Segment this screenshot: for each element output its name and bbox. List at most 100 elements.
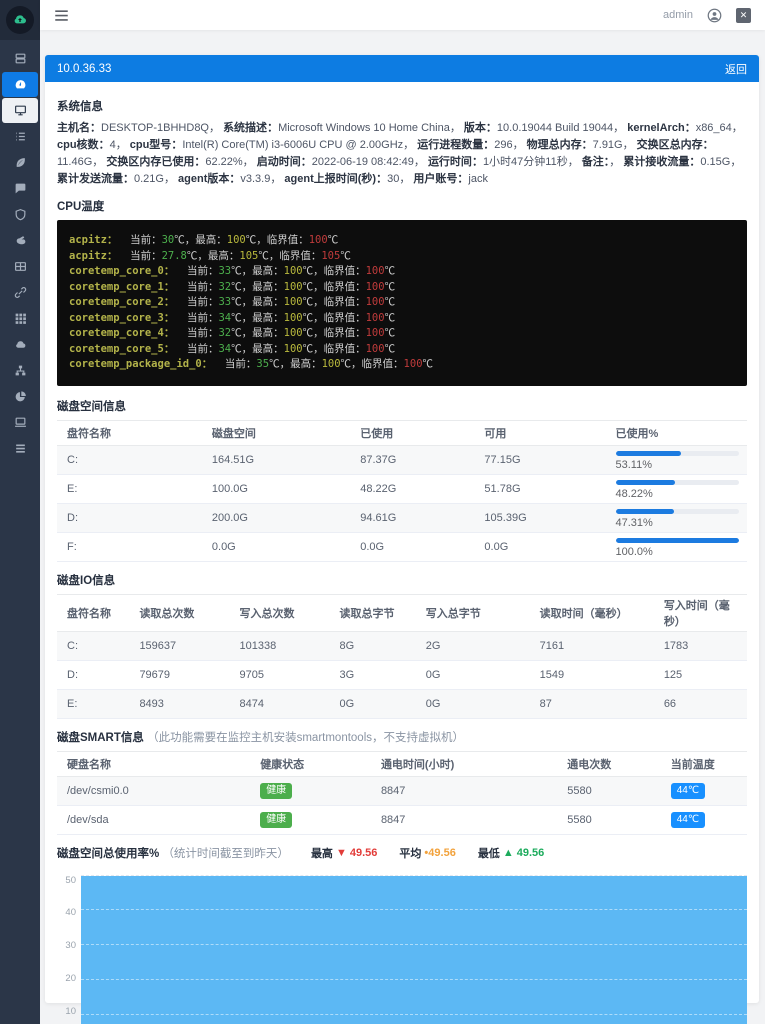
smart-header-row: 硬盘名称 健康状态 通电时间(小时) 通电次数 当前温度 — [57, 751, 747, 777]
back-button[interactable]: 返回 — [725, 61, 747, 77]
sidebar-item-cloud[interactable] — [2, 332, 38, 357]
system-info-pair: kernelArchx86_64 — [627, 122, 743, 134]
username-label[interactable]: admin — [663, 9, 693, 21]
y-tick-label: 40 — [65, 907, 76, 919]
system-info-pair: 版本10.0.19044 Build 19044 — [464, 122, 624, 134]
disk-io-row: E: 8493 8474 0G 0G 87 66 — [57, 689, 747, 719]
sitemap-icon — [14, 364, 27, 377]
topbar-right: admin ✕ — [663, 7, 751, 23]
disk-io-header-row: 盘符名称 读取总次数 写入总次数 读取总字节 写入总字节 读取时间（毫秒） 写入… — [57, 594, 747, 632]
host-ip-title: 10.0.36.33 — [57, 62, 112, 75]
sidebar-item-table[interactable] — [2, 254, 38, 279]
host-detail-card: 10.0.36.33 返回 系统信息 主机名DESKTOP-1BHHD8Q 系统… — [45, 55, 759, 1024]
chart-plot-area — [81, 874, 747, 1024]
avatar-icon[interactable] — [707, 8, 722, 23]
usage-progress-fill — [615, 509, 674, 514]
gridline-40 — [81, 909, 747, 911]
usage-progress: 53.11% — [606, 446, 747, 473]
health-badge: 健康 — [260, 811, 293, 828]
sidebar-item-pie[interactable] — [2, 384, 38, 409]
chart-area-fill — [81, 876, 747, 1024]
cpu-temp-line: coretemp_core_5： 当前：34℃，最高：100℃，临界值：100℃ — [69, 342, 396, 355]
usage-progress: 100.0% — [606, 533, 747, 560]
sidebar-item-server[interactable] — [2, 46, 38, 71]
server-icon — [14, 52, 27, 65]
sidebar-menu — [2, 46, 38, 462]
disk-space-row: D: 200.0G 94.61G 105.39G 47.31% — [57, 503, 747, 533]
chart-title-row: 磁盘空间总使用率% （统计时间截至到昨天） 最高 ▼ 49.56 平均 •49.56… — [57, 845, 747, 861]
sidebar-item-dashboard[interactable] — [2, 72, 38, 97]
temperature-badge: 44℃ — [670, 811, 706, 828]
stat-max: 最高 ▼ 49.56 — [310, 846, 378, 860]
hamburger-icon[interactable] — [54, 9, 69, 22]
bars-icon — [14, 442, 27, 455]
system-info-pair: 启动时间2022-06-19 08:42:49 — [257, 156, 425, 168]
hand-icon — [14, 234, 27, 247]
close-icon[interactable]: ✕ — [736, 7, 751, 23]
app-logo[interactable] — [0, 0, 40, 40]
laptop-icon — [14, 416, 27, 429]
stat-min-value: ▲ 49.56 — [502, 846, 545, 859]
cpu-temp-title: CPU温度 — [57, 201, 105, 213]
cloud-icon — [14, 338, 27, 351]
sidebar-item-laptop[interactable] — [2, 410, 38, 435]
sidebar-item-monitor[interactable] — [2, 98, 38, 123]
disk-io-table: 盘符名称 读取总次数 写入总次数 读取总字节 写入总字节 读取时间（毫秒） 写入… — [57, 593, 747, 719]
usage-progress: 47.31% — [606, 504, 747, 531]
disk-io-row: D: 79679 9705 3G 0G 1549 125 — [57, 661, 747, 690]
main-area: admin ✕ 10.0.36.33 返回 系统信息 主机名DESKTOP-1B… — [40, 0, 765, 1024]
sidebar-item-hand[interactable] — [2, 228, 38, 253]
gridline-20 — [81, 978, 747, 980]
leaf-icon — [14, 156, 27, 169]
system-info-title: 系统信息 — [57, 101, 103, 113]
system-info-text: 主机名DESKTOP-1BHHD8Q 系统描述Microsoft Windows… — [57, 120, 747, 188]
smart-row: /dev/sda 健康 8847 5580 44℃ — [57, 806, 747, 835]
cpu-temp-line: acpitz： 当前：30℃，最高：100℃，临界值：100℃ — [69, 234, 339, 246]
comment-icon — [14, 182, 27, 195]
y-tick-label: 50 — [65, 874, 76, 886]
chart-y-axis: 50403020100 — [57, 875, 81, 1024]
chart-title: 磁盘空间总使用率% （统计时间截至到昨天） — [57, 847, 289, 860]
cpu-temp-line: coretemp_core_1： 当前：32℃，最高：100℃，临界值：100℃ — [69, 280, 396, 293]
usage-progress-fill — [615, 538, 739, 543]
sidebar-item-link[interactable] — [2, 280, 38, 305]
list-icon — [14, 130, 27, 143]
y-tick-label: 10 — [65, 1005, 76, 1017]
gridline-50 — [81, 874, 747, 876]
smart-title: 磁盘SMART信息 （此功能需要在监控主机安装smartmontools，不支持… — [57, 731, 465, 744]
card-header: 10.0.36.33 返回 — [45, 55, 759, 82]
system-info-pair: 备注 — [582, 156, 621, 168]
disk-space-header-row: 盘符名称 磁盘空间 已使用 可用 已使用% — [57, 420, 747, 446]
disk-io-title: 磁盘IO信息 — [57, 574, 116, 587]
cpu-temp-line: coretemp_core_4： 当前：32℃，最高：100℃，临界值：100℃ — [69, 327, 396, 339]
usage-progress: 48.22% — [606, 475, 747, 502]
sidebar-item-bars[interactable] — [2, 436, 38, 461]
health-badge: 健康 — [260, 782, 293, 799]
dashboard-icon — [14, 78, 27, 91]
smart-subtitle: （此功能需要在监控主机安装smartmontools，不支持虚拟机） — [147, 731, 465, 744]
smart-row: /dev/csmi0.0 健康 8847 5580 44℃ — [57, 776, 747, 806]
cpu-temp-line: coretemp_core_3： 当前：34℃，最高：100℃，临界值：100℃ — [69, 311, 396, 324]
system-info-pair: 用户账号jack — [413, 173, 488, 185]
disk-usage-chart[interactable]: 50403020100 2022-06-202022-06-212 — [57, 874, 747, 1024]
smart-table: 硬盘名称 健康状态 通电时间(小时) 通电次数 当前温度 /dev/csmi0.… — [57, 750, 747, 835]
sidebar-item-leaf[interactable] — [2, 150, 38, 175]
sidebar-item-sitemap[interactable] — [2, 358, 38, 383]
shield-icon — [14, 208, 27, 221]
cpu-temp-line: acpitz： 当前：27.8℃，最高：105℃，临界值：105℃ — [69, 249, 351, 262]
system-info-pair: 系统描述Microsoft Windows 10 Home China — [223, 122, 461, 134]
topbar: admin ✕ — [40, 0, 765, 30]
sidebar-item-shield[interactable] — [2, 202, 38, 227]
system-info-pair: agent版本v3.3.9 — [178, 173, 281, 185]
gridline-30 — [81, 944, 747, 946]
system-info-pair: 物理总内存7.91G — [527, 139, 634, 151]
sidebar-item-list[interactable] — [2, 124, 38, 149]
stat-max-value: ▼ 49.56 — [335, 846, 378, 859]
pie-icon — [14, 390, 27, 403]
monitor-icon — [14, 104, 27, 117]
card-body: 系统信息 主机名DESKTOP-1BHHD8Q 系统描述Microsoft Wi… — [45, 82, 759, 1024]
sidebar-item-grid[interactable] — [2, 306, 38, 331]
sidebar-item-comment[interactable] — [2, 176, 38, 201]
system-info-pair: 运行进程数量296 — [417, 139, 523, 151]
system-info-pair: agent上报时间(秒)30 — [284, 173, 410, 185]
